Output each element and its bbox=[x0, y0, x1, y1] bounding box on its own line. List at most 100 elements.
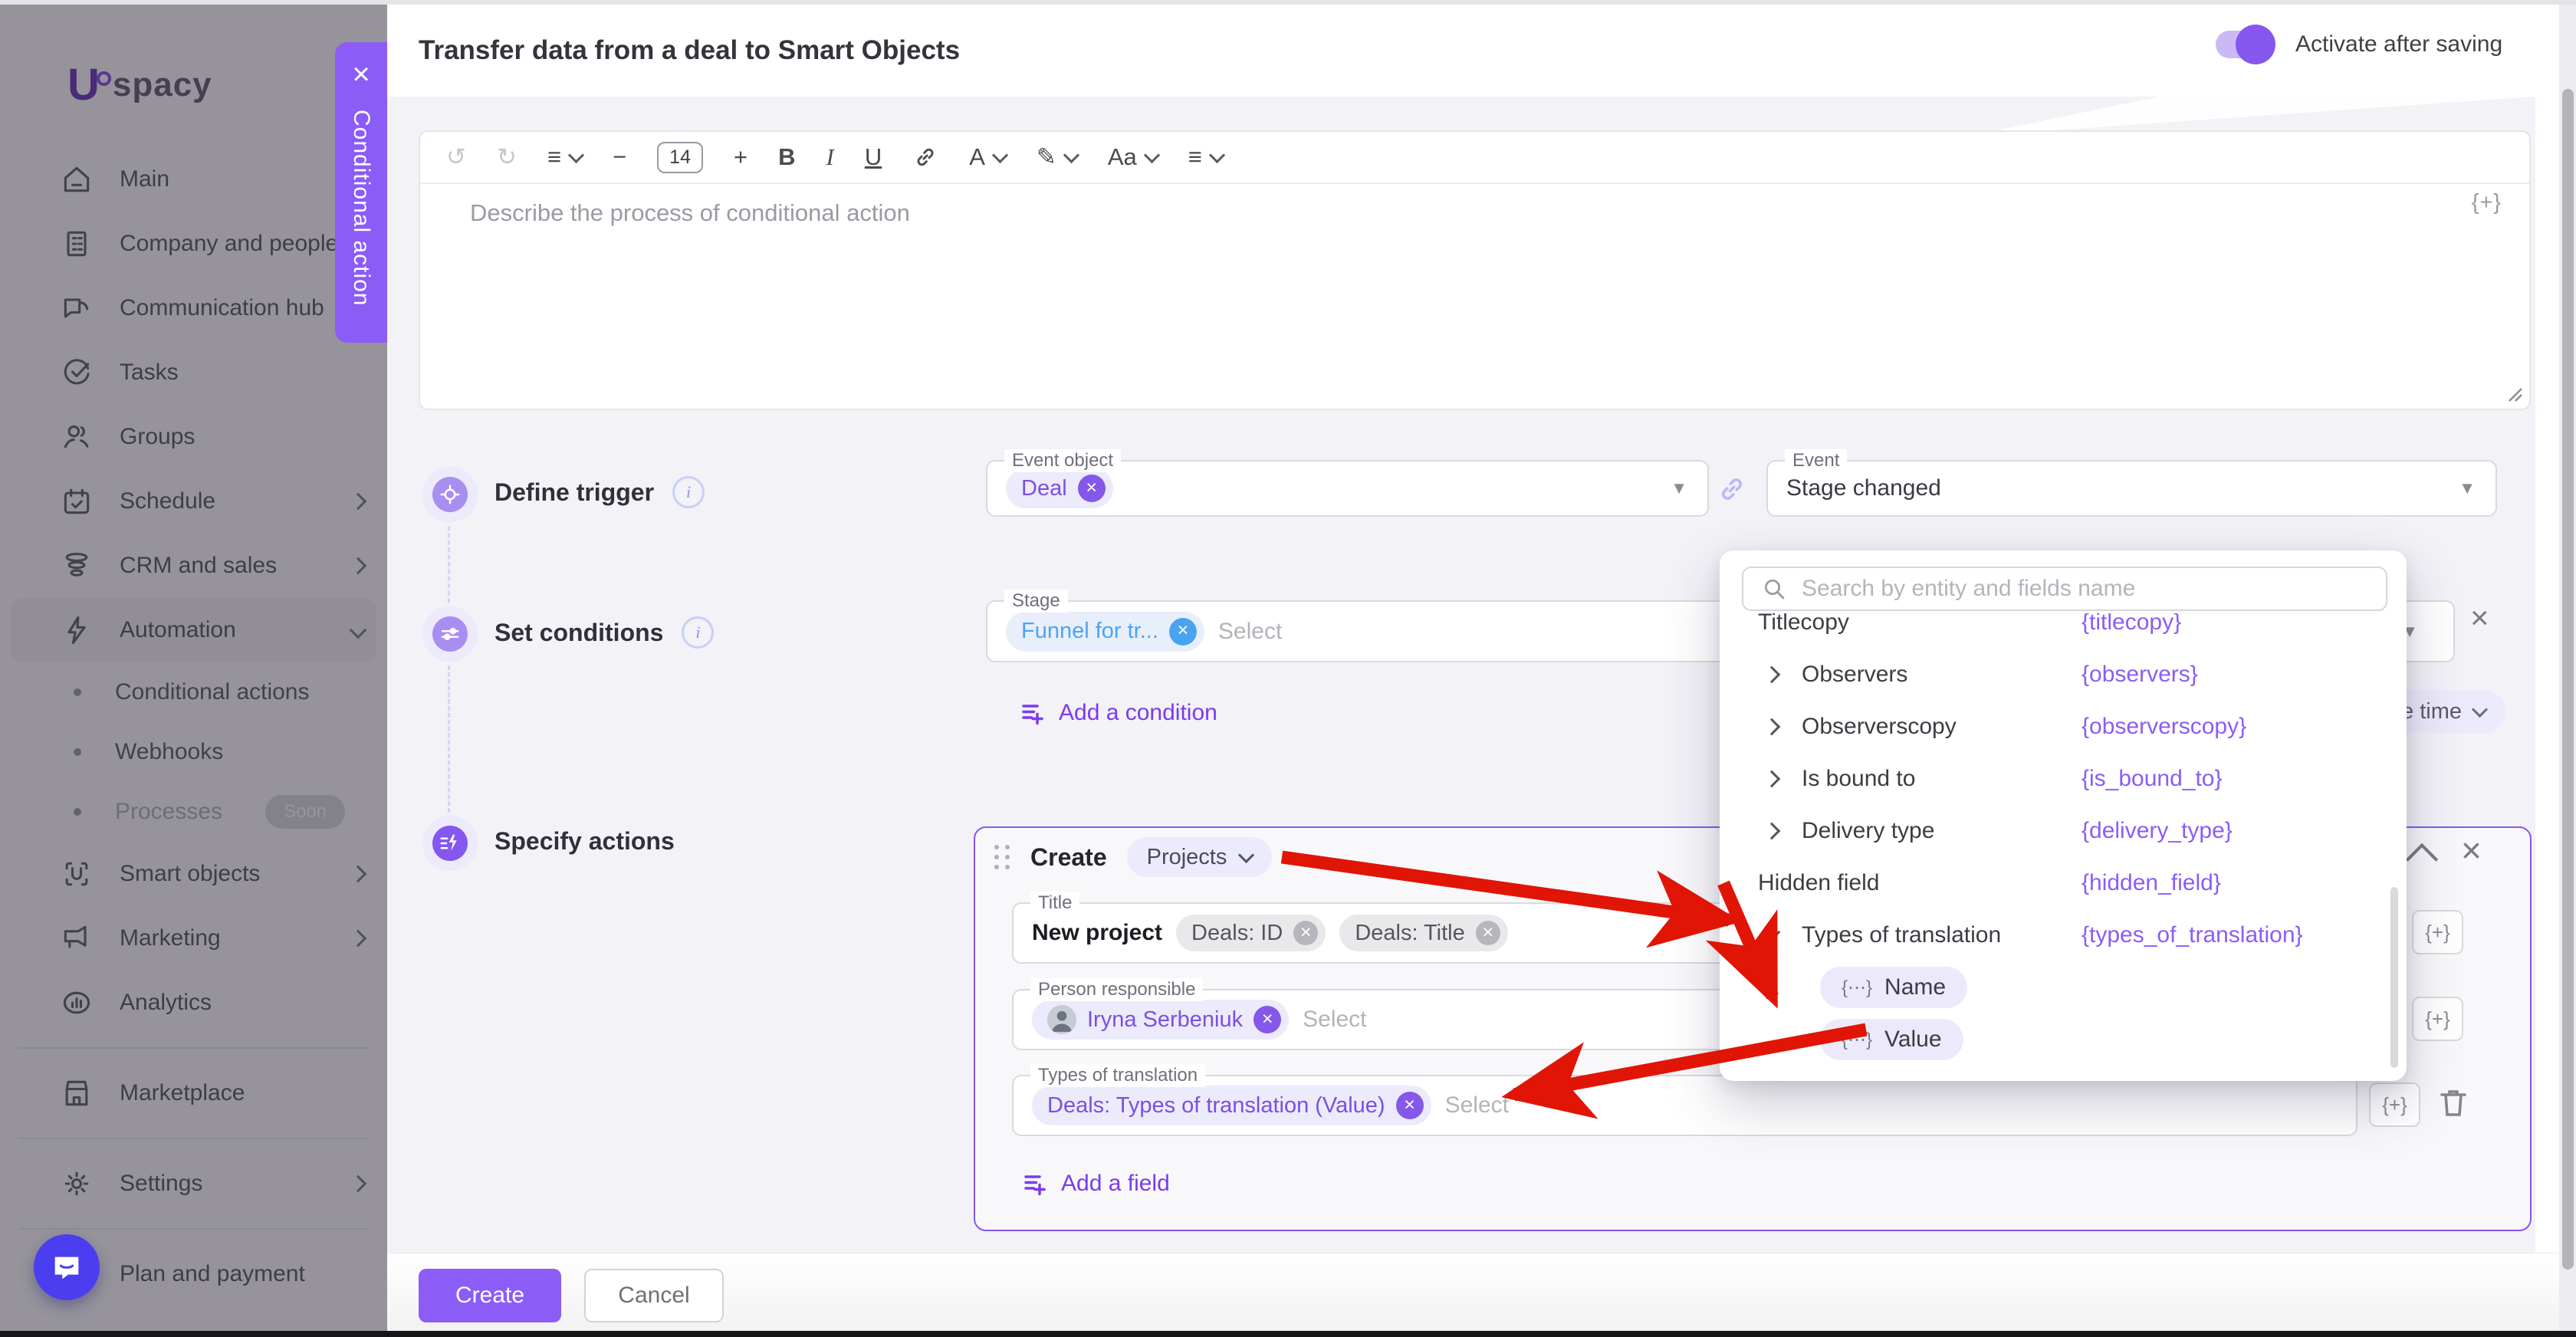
activate-toggle-label: Activate after saving bbox=[2295, 31, 2503, 57]
conditions-step-row: Set conditions i bbox=[495, 616, 715, 649]
chevron-down-icon bbox=[1143, 146, 1160, 163]
field-label: Person responsible bbox=[1030, 978, 1204, 1001]
entity-select-chip[interactable]: Projects bbox=[1126, 837, 1273, 877]
field-code: {observerscopy} bbox=[2082, 714, 2247, 739]
cancel-button[interactable]: Cancel bbox=[584, 1269, 724, 1322]
chain-icon bbox=[917, 148, 934, 166]
add-list-icon bbox=[1024, 1175, 1046, 1196]
remove-chip-icon[interactable] bbox=[1077, 475, 1106, 502]
close-card-button[interactable]: × bbox=[2461, 829, 2482, 871]
remove-chip-icon[interactable] bbox=[1475, 921, 1500, 945]
undo-button[interactable]: ↺ bbox=[446, 143, 466, 171]
font-increase-button[interactable]: + bbox=[734, 143, 748, 171]
text-style-button[interactable]: Aa bbox=[1108, 143, 1160, 171]
align-button[interactable]: ≡ bbox=[1188, 143, 1225, 171]
insert-token-button[interactable]: {+} bbox=[2369, 1082, 2420, 1127]
dropdown-scrollbar[interactable] bbox=[2390, 887, 2398, 1068]
fields-dropdown: Search by entity and fields name Titleco… bbox=[1720, 550, 2407, 1081]
step-connector bbox=[448, 526, 450, 603]
text-color-button[interactable]: A bbox=[969, 143, 1008, 171]
activate-toggle-group: Activate after saving bbox=[2216, 25, 2503, 64]
screen: U spacy Main Company and people Communic… bbox=[0, 0, 2576, 1337]
remove-chip-icon[interactable] bbox=[1293, 921, 1319, 945]
dropdown-item-is-bound-to[interactable]: Is bound to {is_bound_to} bbox=[1720, 753, 2407, 805]
step-connector bbox=[448, 665, 450, 813]
trash-icon[interactable] bbox=[2435, 1084, 2472, 1121]
description-editor[interactable]: ↺ ↻ ≡ − 14 + B I U A ✎ Aa ≡ Describe the… bbox=[419, 130, 2531, 410]
select-caret-icon: ▼ bbox=[2459, 478, 2476, 498]
page-scrollbar-track bbox=[2559, 5, 2576, 1331]
info-icon[interactable]: i bbox=[682, 616, 715, 649]
field-code: {hidden_field} bbox=[2082, 870, 2221, 895]
bold-button[interactable]: B bbox=[778, 143, 795, 171]
chevron-right-icon bbox=[1763, 718, 1781, 736]
activate-toggle[interactable] bbox=[2216, 25, 2275, 64]
remove-chip-icon[interactable] bbox=[1395, 1092, 1424, 1119]
remove-chip-icon[interactable] bbox=[1254, 1006, 1282, 1033]
select-placeholder: Select bbox=[1217, 618, 1283, 644]
person-chip: Iryna Serbeniuk bbox=[1032, 1000, 1290, 1040]
dropdown-list: Titlecopy {titlecopy} Observers {observe… bbox=[1720, 613, 2407, 1073]
font-size-field[interactable]: 14 bbox=[657, 141, 703, 173]
line-spacing-button[interactable]: ≡ bbox=[547, 143, 585, 171]
remove-condition-button[interactable]: × bbox=[2470, 602, 2489, 634]
dropdown-child-name[interactable]: {⋯} Name bbox=[1720, 961, 2407, 1013]
page-title: Transfer data from a deal to Smart Objec… bbox=[419, 35, 961, 65]
title-text-value: New project bbox=[1032, 920, 1163, 945]
font-decrease-button[interactable]: − bbox=[613, 143, 626, 171]
event-object-chip: Deal bbox=[1006, 468, 1113, 508]
event-value: Stage changed bbox=[1786, 475, 1941, 501]
close-icon[interactable]: × bbox=[352, 59, 370, 90]
page-scrollbar-thumb[interactable] bbox=[2562, 89, 2574, 1270]
create-button[interactable]: Create bbox=[419, 1269, 561, 1322]
resize-handle[interactable] bbox=[2503, 383, 2523, 402]
token-braces-icon: {⋯} bbox=[1842, 1029, 1873, 1050]
chevron-down-icon bbox=[991, 146, 1008, 163]
collapse-card-button[interactable] bbox=[2405, 843, 2439, 876]
field-code: {titlecopy} bbox=[2082, 613, 2182, 635]
link-button[interactable] bbox=[912, 144, 938, 170]
info-icon[interactable]: i bbox=[672, 476, 705, 508]
action-card-header: Create Projects bbox=[994, 836, 1273, 879]
drag-handle-icon[interactable] bbox=[994, 845, 1010, 869]
dropdown-item-titlecopy[interactable]: Titlecopy {titlecopy} bbox=[1720, 613, 2407, 649]
field-label: Event object bbox=[1004, 449, 1122, 472]
modal-backdrop[interactable] bbox=[0, 0, 387, 1337]
dropdown-child-value[interactable]: {⋯} Value bbox=[1720, 1013, 2407, 1066]
insert-token-button[interactable]: {+} bbox=[2412, 997, 2463, 1041]
field-label: Event bbox=[1785, 449, 1848, 472]
link-fields-icon[interactable] bbox=[1716, 473, 1748, 505]
chevron-down-icon bbox=[1238, 846, 1255, 863]
editor-toolbar: ↺ ↻ ≡ − 14 + B I U A ✎ Aa ≡ bbox=[420, 132, 2529, 184]
dropdown-search-input[interactable]: Search by entity and fields name bbox=[1742, 567, 2387, 611]
add-list-icon bbox=[1022, 705, 1043, 725]
dropdown-item-delivery-type[interactable]: Delivery type {delivery_type} bbox=[1720, 805, 2407, 857]
event-object-select[interactable]: Event object Deal ▼ bbox=[986, 449, 1709, 517]
underline-button[interactable]: U bbox=[865, 143, 882, 171]
stage-chip: Funnel for tr... bbox=[1006, 611, 1204, 652]
event-select[interactable]: Event Stage changed ▼ bbox=[1766, 449, 2497, 517]
editor-placeholder: Describe the process of conditional acti… bbox=[470, 199, 910, 226]
dropdown-item-hidden-field[interactable]: Hidden field {hidden_field} bbox=[1720, 857, 2407, 909]
highlight-button[interactable]: ✎ bbox=[1037, 143, 1079, 171]
conditional-action-tab[interactable]: × Conditional action bbox=[335, 42, 387, 343]
chevron-down-icon bbox=[567, 146, 585, 163]
insert-token-button[interactable]: {+} bbox=[2472, 190, 2502, 215]
step-label: Define trigger bbox=[495, 478, 655, 506]
insert-token-button[interactable]: {+} bbox=[2412, 910, 2463, 954]
redo-button[interactable]: ↻ bbox=[497, 143, 517, 171]
types-of-translation-field[interactable]: Types of translation Deals: Types of tra… bbox=[1012, 1064, 2358, 1136]
trigger-step-icon bbox=[422, 467, 478, 522]
chevron-right-icon bbox=[1763, 822, 1781, 840]
chevron-down-icon bbox=[1763, 923, 1781, 941]
window-bottom-edge bbox=[0, 1331, 2576, 1337]
dropdown-item-types-of-translation[interactable]: Types of translation {types_of_translati… bbox=[1720, 909, 2407, 961]
italic-button[interactable]: I bbox=[826, 143, 833, 171]
add-field-button[interactable]: Add a field bbox=[1021, 1170, 1170, 1197]
dropdown-item-observers[interactable]: Observers {observers} bbox=[1720, 649, 2407, 701]
chat-launcher-button[interactable] bbox=[34, 1234, 100, 1300]
remove-chip-icon[interactable] bbox=[1168, 617, 1197, 646]
add-condition-button[interactable]: Add a condition bbox=[1019, 699, 1217, 727]
dropdown-item-observerscopy[interactable]: Observerscopy {observerscopy} bbox=[1720, 701, 2407, 753]
conditions-step-icon bbox=[422, 606, 478, 662]
